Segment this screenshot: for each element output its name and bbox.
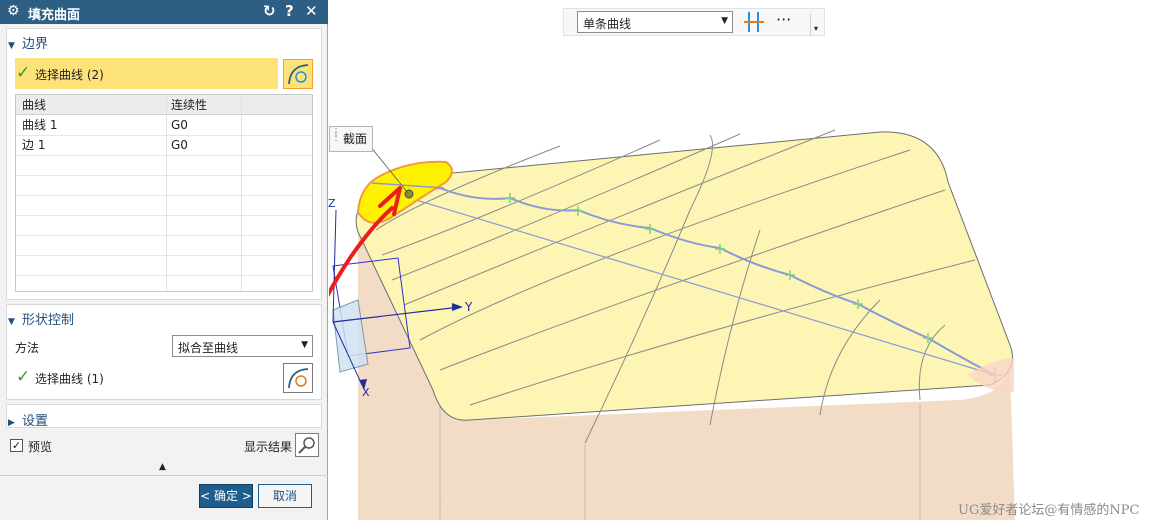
collapse-up-icon[interactable]: ▲	[159, 462, 166, 472]
chevron-down-icon: ▼	[301, 340, 308, 350]
chevron-down-icon: ▼	[721, 16, 728, 26]
model-canvas[interactable]	[329, 0, 1155, 520]
watermark: UG爱好者论坛@有情感的NPC	[958, 503, 1140, 518]
table-header	[16, 95, 312, 115]
table-row-1-continuity[interactable]: G0	[167, 115, 241, 135]
gear-icon[interactable]: ⚙	[7, 3, 20, 19]
axis-label-z: Z	[328, 197, 336, 210]
check-icon: ✓	[16, 367, 31, 387]
shape-control-section-header[interactable]: ▼ 形状控制	[8, 309, 74, 329]
tooltip-grip-icon[interactable]: ⋮ ⋮	[331, 128, 341, 143]
curve-select-icon	[288, 64, 309, 85]
select-curve-button[interactable]	[283, 59, 313, 89]
boundary-curves-table: 曲线 连续性 曲线 1 G0 边 1 G0	[15, 94, 313, 292]
show-result-button[interactable]	[295, 433, 319, 457]
dialog-titlebar: ⚙ 填充曲面 ↻ ? ✕	[0, 0, 328, 24]
collapse-triangle-icon: ▼	[8, 317, 15, 327]
axis-label-x: X	[362, 386, 370, 399]
settings-section-header[interactable]: ▶ 设置	[8, 410, 48, 430]
method-select[interactable]: 拟合至曲线 ▼	[172, 335, 313, 357]
intersection-icon[interactable]	[742, 10, 766, 34]
collapse-triangle-icon: ▼	[8, 41, 15, 51]
boundary-section-header[interactable]: ▼ 边界	[8, 33, 48, 53]
preview-label: 预览	[28, 440, 53, 454]
more-options-icon[interactable]: ···	[776, 10, 791, 29]
boundary-select-curves[interactable]: ✓ 选择曲线 (2)	[15, 58, 278, 89]
show-result-label: 显示结果	[244, 440, 293, 454]
table-row-2-continuity[interactable]: G0	[167, 135, 241, 155]
axis-label-y: Y	[465, 300, 473, 314]
magnifier-icon	[298, 437, 315, 454]
help-icon[interactable]: ?	[285, 2, 294, 20]
settings-panel	[6, 404, 322, 428]
shape-select-label[interactable]: 选择曲线 (1)	[35, 370, 104, 387]
method-value: 拟合至曲线	[178, 341, 239, 355]
cancel-button[interactable]: 取消	[258, 484, 312, 508]
column-header-curve: 曲线	[22, 98, 47, 112]
selection-filter-value: 单条曲线	[583, 17, 632, 31]
selection-filter-dropdown[interactable]: 单条曲线 ▼	[577, 11, 733, 33]
table-row-2-curve[interactable]: 边 1	[18, 135, 166, 155]
ok-button[interactable]: < 确定 >	[199, 484, 253, 508]
toolbar-overflow-icon[interactable]: ▾	[810, 14, 820, 36]
preview-checkbox[interactable]: ✓	[10, 439, 23, 452]
curve-select-icon	[288, 368, 309, 389]
reset-icon[interactable]: ↻	[263, 2, 276, 20]
shape-select-curve-button[interactable]	[283, 363, 313, 393]
boundary-select-label: 选择曲线 (2)	[35, 68, 104, 82]
dialog-title: 填充曲面	[28, 8, 81, 23]
expand-triangle-icon: ▶	[8, 418, 15, 428]
fill-surface-dialog: ⚙ 填充曲面 ↻ ? ✕ ▼ 边界 ✓ 选择曲线 (2) 曲线 连续性 曲线 1…	[0, 0, 328, 520]
column-header-continuity: 连续性	[171, 98, 208, 112]
check-icon: ✓	[16, 63, 31, 83]
graphics-viewport[interactable]	[329, 0, 1155, 520]
table-row-1-curve[interactable]: 曲线 1	[18, 115, 166, 135]
method-label: 方法	[15, 341, 40, 355]
close-icon[interactable]: ✕	[305, 2, 318, 20]
